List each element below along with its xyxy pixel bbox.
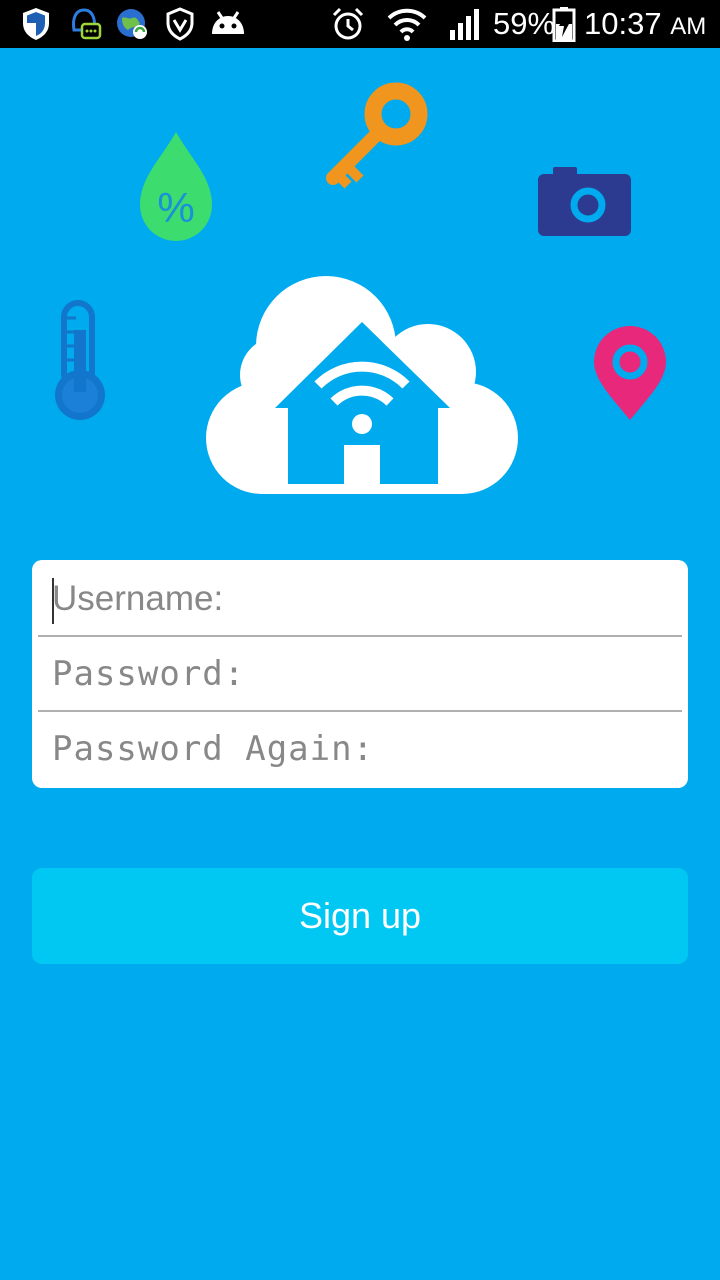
username-field[interactable] <box>38 562 682 636</box>
humidity-drop-icon: % <box>140 132 212 241</box>
wifi-icon <box>387 8 427 41</box>
password-again-field[interactable] <box>38 712 682 786</box>
status-bar: 59% 10:37 AM <box>0 0 720 48</box>
vpn-shield-icon <box>166 7 194 41</box>
password-again-input[interactable] <box>38 712 682 786</box>
password-field[interactable] <box>38 637 682 711</box>
key-icon <box>326 82 428 189</box>
battery-charging-icon <box>552 7 576 42</box>
chat-notification-icon <box>72 8 102 40</box>
smart-home-cloud-logo <box>206 276 518 494</box>
location-pin-icon <box>594 326 666 420</box>
battery-percent: 59% <box>493 6 556 41</box>
sign-up-button[interactable]: Sign up <box>32 868 688 964</box>
humidity-percent-symbol: % <box>157 184 194 231</box>
text-cursor <box>52 578 54 624</box>
hero-illustration: % <box>0 48 720 528</box>
alarm-icon <box>332 7 364 40</box>
signup-form <box>32 560 688 788</box>
shield-icon <box>23 8 49 40</box>
globe-sync-icon <box>117 9 147 39</box>
camera-icon <box>538 167 631 236</box>
android-icon <box>212 11 244 34</box>
clock: 10:37 AM <box>584 6 706 45</box>
thermometer-icon <box>55 300 105 420</box>
clock-ampm: AM <box>670 13 707 40</box>
signal-icon <box>450 9 479 40</box>
username-input[interactable] <box>38 562 682 636</box>
password-input[interactable] <box>38 637 682 711</box>
clock-time: 10:37 <box>584 6 662 41</box>
